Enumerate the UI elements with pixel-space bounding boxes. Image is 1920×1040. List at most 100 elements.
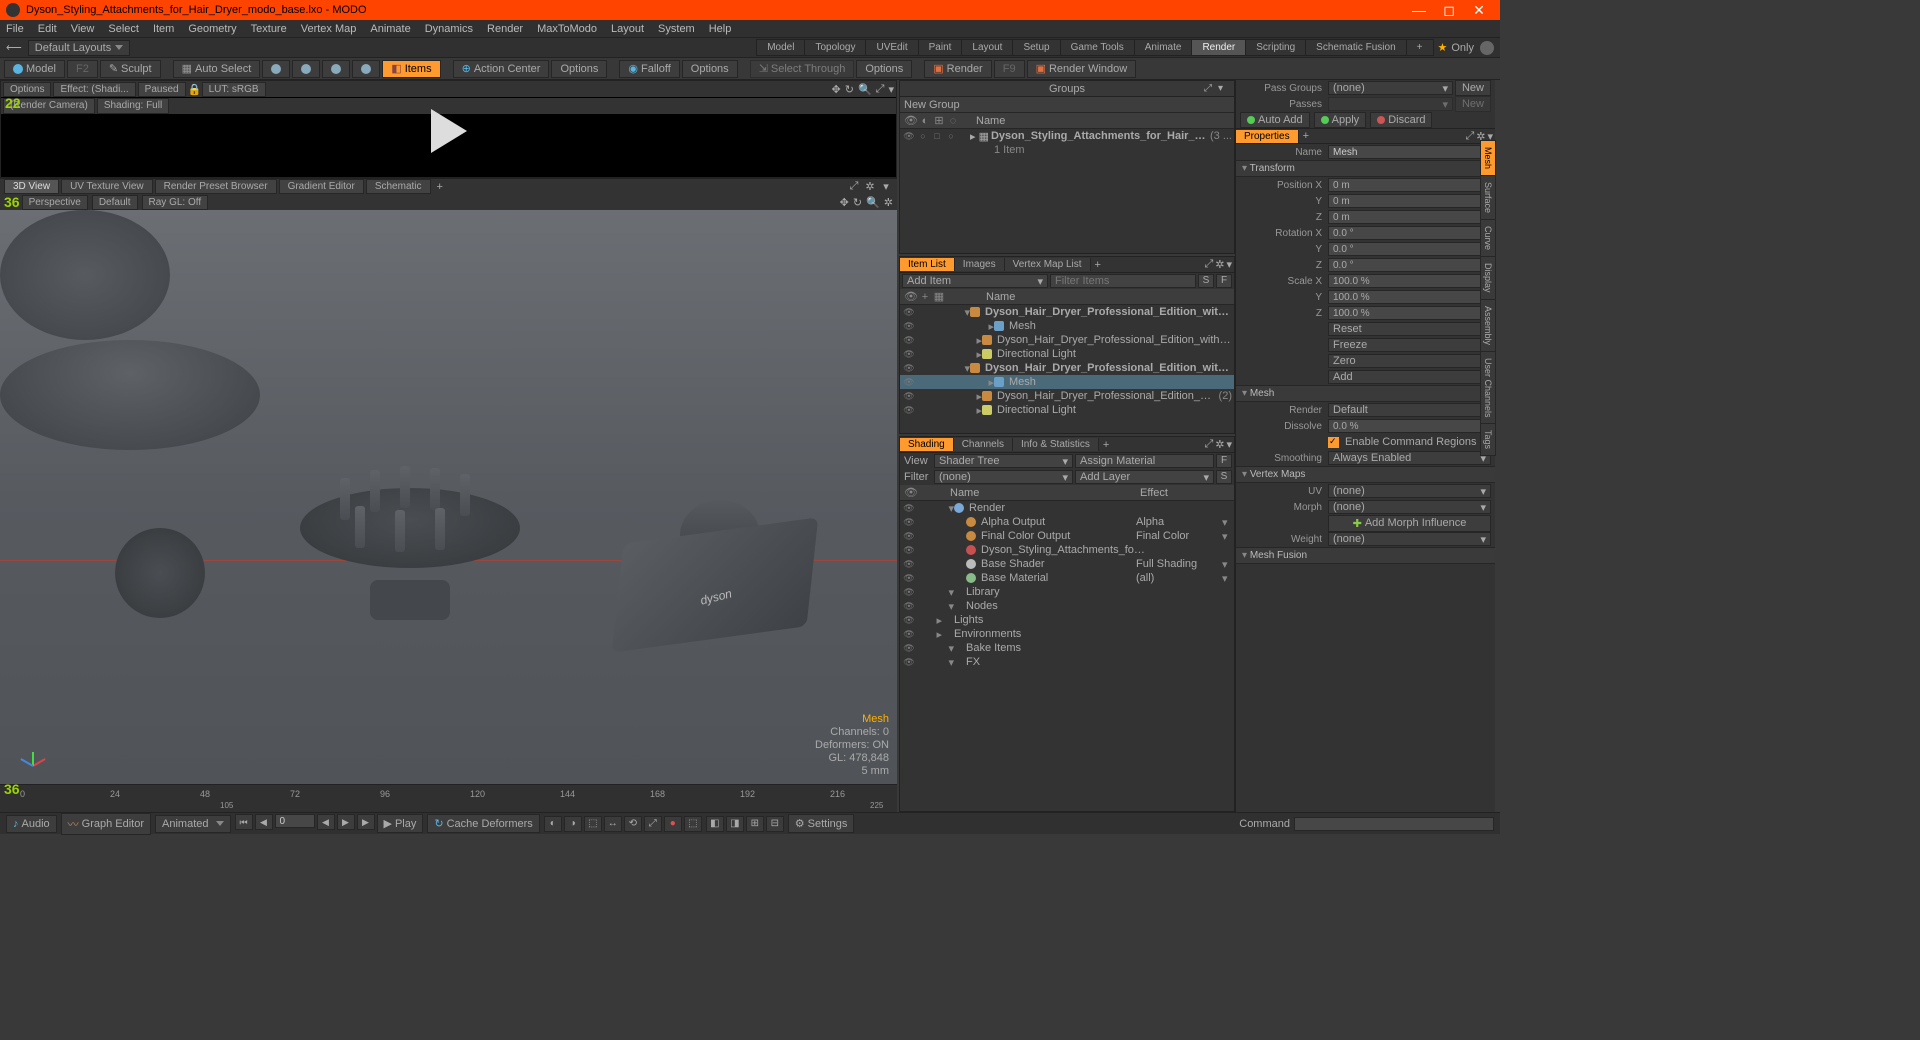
tab-model[interactable]: Model <box>756 39 805 56</box>
enable-checkbox[interactable] <box>1328 437 1339 448</box>
options-3[interactable]: Options <box>856 60 912 78</box>
render-button[interactable]: ▣Render <box>924 60 991 78</box>
timeline[interactable]: 36 0 24 48 72 96 120 144 168 192 216 105… <box>0 784 897 812</box>
options-2[interactable]: Options <box>682 60 738 78</box>
menu-edit[interactable]: Edit <box>38 23 57 35</box>
settings-icon[interactable] <box>1480 41 1494 55</box>
sel-vert[interactable] <box>262 60 290 78</box>
shader-row[interactable]: 👁Dyson_Styling_Attachments_for_Hair_... <box>900 543 1234 557</box>
key-btn-4[interactable]: ↔ <box>604 816 622 832</box>
vmenu-icon[interactable]: ▾ <box>879 180 893 193</box>
tbtn-2[interactable]: ◨ <box>726 816 744 832</box>
menu-animate[interactable]: Animate <box>370 23 410 35</box>
addlayer-dropdown[interactable]: Add Layer▾ <box>1075 470 1214 484</box>
sidetab-assembly[interactable]: Assembly <box>1480 299 1496 352</box>
menu-vertexmap[interactable]: Vertex Map <box>301 23 357 35</box>
f9-button[interactable]: F9 <box>994 60 1025 78</box>
tab-images[interactable]: Images <box>955 258 1005 271</box>
shader-row[interactable]: 👁▸Lights <box>900 613 1234 627</box>
cache-deformers[interactable]: ↻Cache Deformers <box>427 814 539 833</box>
refresh-icon[interactable]: ↻ <box>845 83 854 96</box>
menu-texture[interactable]: Texture <box>251 23 287 35</box>
item-row[interactable]: 👁▾Dyson_Hair_Dryer_Professional_Edition_… <box>900 305 1234 319</box>
shader-row[interactable]: 👁Base Material(all)▾ <box>900 571 1234 585</box>
posx-input[interactable]: 0 m <box>1328 178 1491 192</box>
section-transform[interactable]: Transform <box>1236 160 1495 177</box>
apply-button[interactable]: Apply <box>1314 112 1367 128</box>
menu-icon[interactable]: ▾ <box>888 83 894 96</box>
addmorph-button[interactable]: ✚Add Morph Influence <box>1328 515 1491 532</box>
tab-topology[interactable]: Topology <box>804 39 866 56</box>
prev-frame[interactable]: ◀ <box>255 814 273 830</box>
tbtn-3[interactable]: ⊞ <box>746 816 764 832</box>
tab-render[interactable]: Render <box>1191 39 1246 56</box>
tab-paint[interactable]: Paint <box>918 39 963 56</box>
vgear-icon[interactable]: ⤢ <box>847 180 861 193</box>
reset-dropdown[interactable]: Reset▾ <box>1328 322 1491 336</box>
tab-add[interactable]: + <box>1406 39 1434 56</box>
shader-row[interactable]: 👁▾Nodes <box>900 599 1234 613</box>
raygl-dropdown[interactable]: Ray GL: Off <box>142 195 209 210</box>
new-passgroup[interactable]: New <box>1455 80 1491 96</box>
preview-effect[interactable]: Effect: (Shadi... <box>53 82 135 97</box>
render-dropdown[interactable]: Default▾ <box>1328 403 1491 417</box>
menu-item[interactable]: Item <box>153 23 174 35</box>
item-row[interactable]: 👁▸Directional Light <box>900 347 1234 361</box>
items-button[interactable]: ◧Items <box>382 60 440 78</box>
lock-icon[interactable]: 🔒 <box>188 83 202 96</box>
preview-paused[interactable]: Paused <box>138 82 186 97</box>
freeze-dropdown[interactable]: Freeze▾ <box>1328 338 1491 352</box>
tab-scripting[interactable]: Scripting <box>1245 39 1306 56</box>
uv-dropdown[interactable]: (none)▾ <box>1328 484 1491 498</box>
additem-dropdown[interactable]: Add Item▾ <box>902 274 1048 288</box>
close-button[interactable]: ✕ <box>1464 2 1494 19</box>
shader-row[interactable]: 👁▾Bake Items <box>900 641 1234 655</box>
tab-animate[interactable]: Animate <box>1134 39 1193 56</box>
play-fwd[interactable]: ▶ <box>337 814 355 830</box>
weight-dropdown[interactable]: (none)▾ <box>1328 532 1491 546</box>
menu-help[interactable]: Help <box>709 23 732 35</box>
menu-geometry[interactable]: Geometry <box>188 23 236 35</box>
key-btn-6[interactable]: ⤢ <box>644 816 662 832</box>
item-row[interactable]: 👁▸Mesh <box>900 375 1234 389</box>
sclx-input[interactable]: 100.0 % <box>1328 274 1491 288</box>
tab-setup[interactable]: Setup <box>1012 39 1060 56</box>
grapheditor-button[interactable]: 〰Graph Editor <box>61 813 151 835</box>
model-button[interactable]: Model <box>4 60 65 78</box>
menu-file[interactable]: File <box>6 23 24 35</box>
3d-viewport[interactable]: dyson Mesh Channels: 0 Deformers: ON GL:… <box>0 210 897 784</box>
discard-button[interactable]: Discard <box>1370 112 1432 128</box>
vp-move-icon[interactable]: ✥ <box>840 196 849 209</box>
rotz-input[interactable]: 0.0 ° <box>1328 258 1491 272</box>
rotx-input[interactable]: 0.0 ° <box>1328 226 1491 240</box>
tab-info[interactable]: Info & Statistics <box>1013 438 1099 451</box>
sidetab-userchannels[interactable]: User Channels <box>1480 351 1496 425</box>
selectthrough-button[interactable]: ⇲Select Through <box>750 60 855 78</box>
shader-row[interactable]: 👁▾Render <box>900 501 1234 515</box>
tab-uvedit[interactable]: UVEdit <box>865 39 918 56</box>
fav-icon[interactable]: ★ <box>1438 41 1448 54</box>
key-btn-5[interactable]: ⟲ <box>624 816 642 832</box>
sel-mat[interactable] <box>352 60 380 78</box>
dot-icon[interactable]: ◌ <box>946 115 960 127</box>
add-itemtab[interactable]: + <box>1095 259 1101 271</box>
sidetab-surface[interactable]: Surface <box>1480 175 1496 220</box>
sel-edge[interactable] <box>292 60 320 78</box>
passgroups-dropdown[interactable]: (none)▾ <box>1328 81 1453 95</box>
actioncenter-button[interactable]: ⊕Action Center <box>453 60 550 78</box>
f2-button[interactable]: F2 <box>67 60 98 78</box>
preview-lut[interactable]: LUT: sRGB <box>202 82 266 97</box>
sculpt-button[interactable]: ✎Sculpt <box>100 60 161 78</box>
frame-input[interactable] <box>275 814 315 828</box>
expand-icon[interactable]: ⤢ <box>876 83 885 96</box>
autoselect-button[interactable]: ▦Auto Select <box>173 60 261 78</box>
tab-layout[interactable]: Layout <box>961 39 1013 56</box>
add-viewtab[interactable]: + <box>437 181 443 193</box>
posz-input[interactable]: 0 m <box>1328 210 1491 224</box>
tab-vertexmaplist[interactable]: Vertex Map List <box>1005 258 1091 271</box>
globe-icon[interactable]: ◐ <box>918 115 932 127</box>
tab-renderpreset[interactable]: Render Preset Browser <box>155 179 277 194</box>
lock2-icon[interactable]: ⊞ <box>932 114 946 127</box>
f-button[interactable]: F <box>1216 274 1232 288</box>
sidetab-display[interactable]: Display <box>1480 256 1496 300</box>
